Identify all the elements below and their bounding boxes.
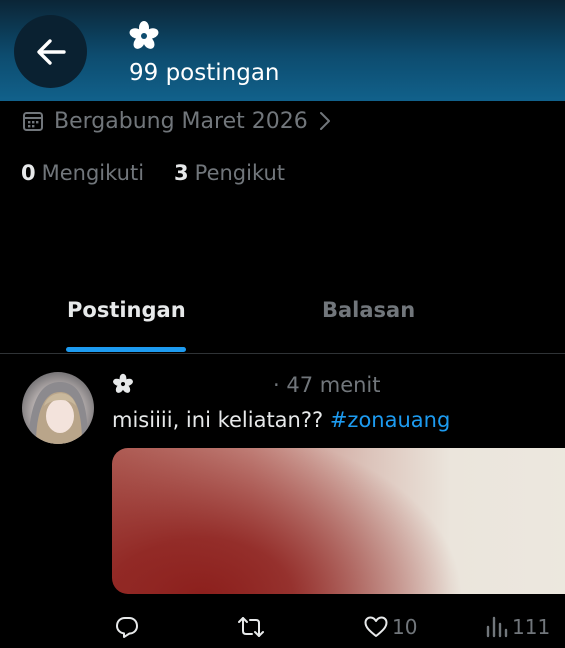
post-body: misiiii, ini keliatan?? [112,408,330,432]
follow-stats: 0 Mengikuti 3 Pengikut [21,158,285,188]
back-button[interactable] [14,15,87,88]
following-link[interactable]: 0 Mengikuti [21,161,144,185]
chevron-right-icon [319,112,330,130]
post-media[interactable] [112,448,565,594]
tab-replies[interactable]: Balasan [322,298,415,322]
post-timestamp[interactable]: · 47 menit [273,373,381,397]
reply-button[interactable] [114,612,140,642]
like-button[interactable]: 10 [363,612,417,642]
views-count: 111 [512,615,551,639]
reply-icon [116,617,138,638]
hashtag-link[interactable]: #zonauang [330,408,450,432]
repost-button[interactable] [237,612,265,642]
views-icon [486,616,508,638]
tabs-divider [0,353,565,354]
tab-posts[interactable]: Postingan [67,298,186,322]
followers-count: 3 [174,161,189,185]
joined-label: Bergabung Maret 2026 [54,108,308,134]
post-count: 99 postingan [129,60,280,86]
following-count: 0 [21,161,36,185]
views-button[interactable]: 111 [485,612,550,642]
repost-icon [238,617,264,637]
avatar-portrait [28,382,88,444]
flower-icon [129,21,159,49]
calendar-icon [23,112,43,131]
joined-date[interactable]: Bergabung Maret 2026 [22,106,332,136]
post-actions: 10 111 [0,612,565,644]
profile-header: 99 postingan [0,0,565,101]
flower-icon [113,373,133,393]
active-tab-indicator [66,347,186,352]
back-arrow-icon [36,38,66,65]
like-count: 10 [392,615,418,639]
post-text: misiiii, ini keliatan?? #zonauang [112,408,450,432]
avatar[interactable] [22,372,94,444]
following-label: Mengikuti [41,161,145,185]
like-icon [364,616,388,637]
followers-link[interactable]: 3 Pengikut [174,161,285,185]
followers-label: Pengikut [194,161,286,185]
